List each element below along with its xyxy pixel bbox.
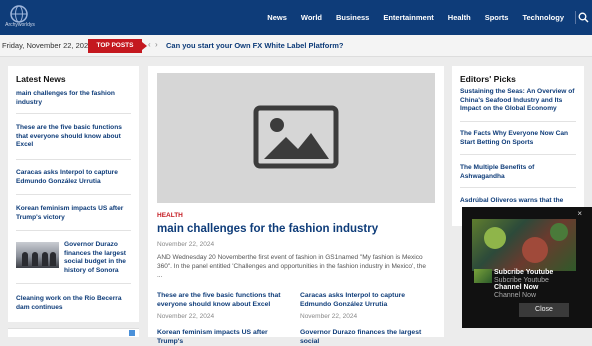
divider — [460, 154, 576, 155]
divider — [16, 194, 131, 195]
article-category[interactable]: HEALTH — [157, 212, 183, 219]
sub-article-title[interactable]: Korean feminism impacts US after Trump's — [157, 328, 292, 346]
sub-article-date: November 22, 2024 — [157, 313, 215, 320]
ticker-headline-link[interactable]: Can you start your Own FX White Label Pl… — [166, 41, 344, 50]
video-caption: Channel Now — [494, 284, 539, 291]
nav-divider — [575, 11, 576, 24]
article-thumbnail[interactable] — [16, 242, 59, 268]
video-caption: Subcribe Youtube — [494, 277, 549, 284]
close-icon[interactable]: × — [577, 209, 582, 218]
divider — [16, 159, 131, 160]
current-date: Friday, November 22, 2024 — [2, 41, 93, 50]
nav-item-entertainment[interactable]: Entertainment — [383, 13, 433, 22]
video-caption: Channel Now — [494, 292, 537, 299]
top-posts-ticker: Friday, November 22, 2024 TOP POSTS ‹ › … — [0, 35, 592, 57]
featured-article-date: November 22, 2024 — [157, 241, 215, 248]
video-thumbnail[interactable] — [472, 219, 576, 271]
latest-news-item[interactable]: Caracas asks Interpol to capture Edmundo… — [16, 169, 131, 186]
featured-article-title[interactable]: main challenges for the fashion industry — [157, 223, 378, 235]
latest-news-item[interactable]: main challenges for the fashion industry — [16, 90, 131, 107]
main-menu: News World Business Entertainment Health… — [267, 0, 564, 35]
featured-article-excerpt: AND Wednesday 20 Novemberthe first event… — [157, 254, 426, 280]
nav-item-business[interactable]: Business — [336, 13, 369, 22]
featured-image-placeholder[interactable] — [157, 73, 435, 203]
sub-article-title[interactable]: These are the five basic functions that … — [157, 291, 292, 309]
top-posts-label: TOP POSTS — [88, 39, 147, 53]
latest-news-sidebar: Latest News main challenges for the fash… — [8, 66, 139, 322]
divider — [460, 187, 576, 188]
ticker-prev-button[interactable]: ‹ — [148, 40, 151, 49]
ad-banner[interactable] — [8, 328, 139, 337]
latest-news-item[interactable]: These are the five basic functions that … — [16, 124, 131, 150]
image-placeholder-icon — [253, 105, 339, 169]
search-icon[interactable] — [578, 12, 589, 23]
nav-item-world[interactable]: World — [301, 13, 322, 22]
top-navbar: Archyworldys News World Business Enterta… — [0, 0, 592, 35]
divider — [460, 121, 576, 122]
editors-picks-sidebar: Editors' Picks Sustaining the Seas: An O… — [452, 66, 584, 226]
video-caption: Subcribe Youtube — [494, 269, 554, 276]
latest-news-heading: Latest News — [16, 74, 66, 84]
editors-pick-item[interactable]: Asdrúbal Oliveros warns that the — [460, 197, 576, 206]
editors-picks-heading: Editors' Picks — [460, 74, 516, 84]
nav-item-health[interactable]: Health — [448, 13, 471, 22]
ad-info-icon[interactable] — [129, 330, 135, 336]
site-logo-icon[interactable] — [2, 3, 36, 33]
floating-video-player[interactable]: × Subcribe Youtube Subcribe Youtube Chan… — [462, 207, 592, 328]
sub-article-title[interactable]: Governor Durazo finances the largest soc… — [300, 328, 435, 346]
close-video-button[interactable]: Close — [519, 303, 569, 317]
latest-news-item[interactable]: Cleaning work on the Río Becerra dam con… — [16, 295, 131, 312]
channel-logo — [474, 269, 492, 283]
nav-item-news[interactable]: News — [267, 13, 287, 22]
divider — [16, 230, 131, 231]
ticker-next-button[interactable]: › — [155, 40, 158, 49]
editors-pick-item[interactable]: Sustaining the Seas: An Overview of Chin… — [460, 88, 576, 114]
sub-article-title[interactable]: Caracas asks Interpol to capture Edmundo… — [300, 291, 435, 309]
nav-item-technology[interactable]: Technology — [522, 13, 564, 22]
editors-pick-item[interactable]: The Multiple Benefits of Ashwagandha — [460, 164, 576, 181]
main-content: HEALTH main challenges for the fashion i… — [148, 66, 444, 345]
latest-news-item[interactable]: Governor Durazo finances the largest soc… — [64, 241, 132, 276]
editors-pick-item[interactable]: The Facts Why Everyone Now Can Start Bet… — [460, 130, 576, 147]
latest-news-item[interactable]: Korean feminism impacts US after Trump's… — [16, 205, 131, 222]
divider — [16, 113, 131, 114]
sub-article-date: November 22, 2024 — [300, 313, 358, 320]
nav-item-sports[interactable]: Sports — [485, 13, 509, 22]
site-logo-text: Archyworldys — [5, 22, 35, 28]
divider — [16, 283, 131, 284]
